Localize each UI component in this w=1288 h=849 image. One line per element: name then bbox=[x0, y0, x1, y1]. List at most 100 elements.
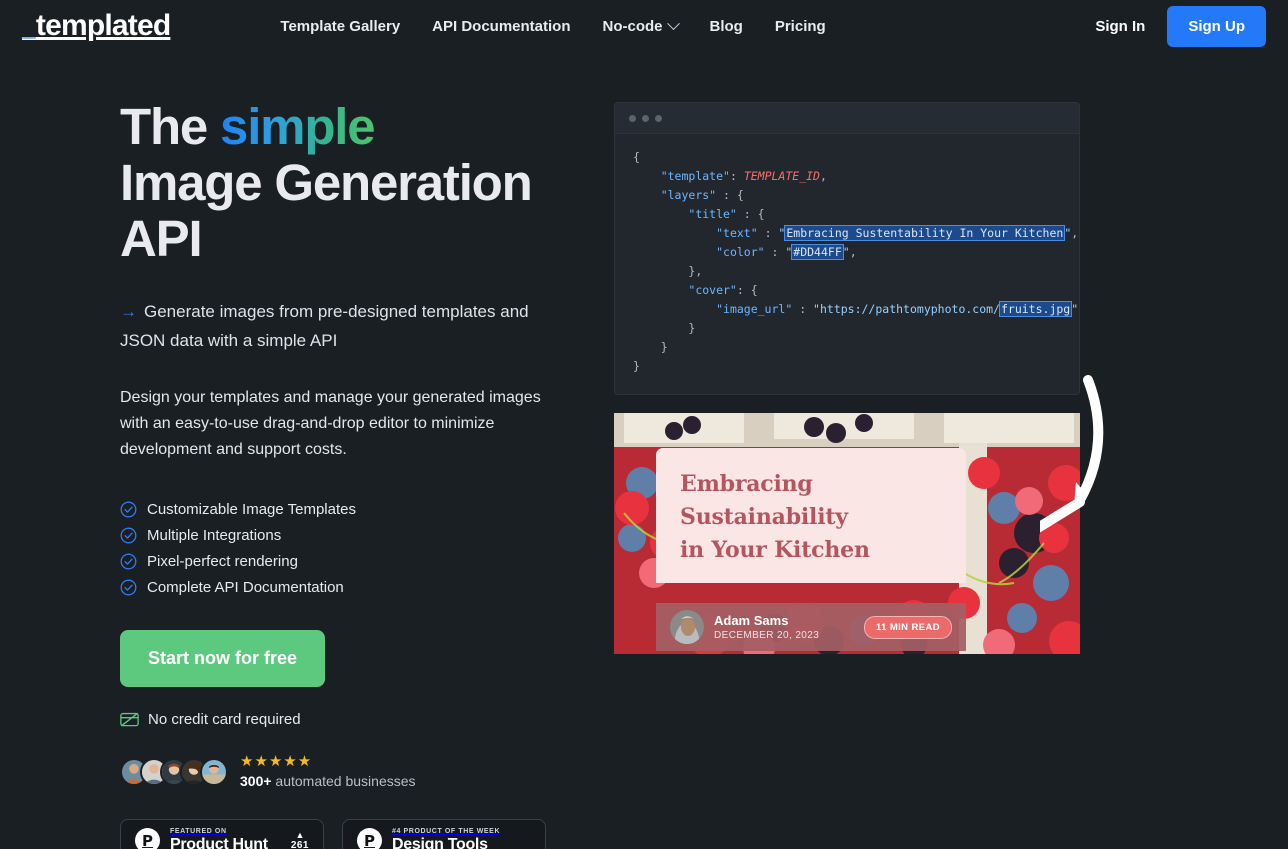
nav-label: API Documentation bbox=[432, 17, 571, 35]
code-token: , bbox=[849, 245, 857, 259]
code-token: : { bbox=[736, 283, 758, 297]
nav-item-pricing[interactable]: Pricing bbox=[775, 18, 826, 35]
code-line: } bbox=[633, 338, 1079, 357]
code-token: : bbox=[792, 302, 814, 316]
code-token: , bbox=[819, 169, 827, 183]
code-highlighted-value[interactable]: #DD44FF bbox=[791, 244, 844, 260]
product-hunt-design-tools-badge[interactable]: P #4 PRODUCT OF THE WEEK Design Tools bbox=[342, 819, 546, 849]
code-snippet-card: { "template": TEMPLATE_ID, "layers" : { … bbox=[614, 102, 1080, 395]
start-now-button[interactable]: Start now for free bbox=[120, 630, 326, 687]
badge-title: Design Tools bbox=[392, 835, 488, 849]
top-navigation-bar: _ templated Template Gallery API Document… bbox=[0, 0, 1288, 52]
feature-label: Customizable Image Templates bbox=[147, 501, 356, 518]
no-credit-card-label: No credit card required bbox=[148, 711, 301, 728]
code-token: "title" bbox=[688, 207, 737, 221]
caret-up-icon: ▲ bbox=[295, 829, 305, 840]
code-token: "https://pathtomyphoto.com/ bbox=[813, 302, 1000, 316]
badge-text-block: FEATURED ON Product Hunt bbox=[170, 828, 268, 849]
code-token: : { bbox=[736, 207, 765, 221]
code-line: } bbox=[633, 319, 1079, 338]
check-circle-icon bbox=[120, 579, 137, 596]
avatar-group bbox=[120, 757, 228, 786]
code-token: "text" bbox=[716, 226, 758, 240]
read-time-badge: 11 MIN READ bbox=[863, 615, 952, 639]
code-token: " bbox=[842, 245, 850, 259]
nav-label: No-code bbox=[602, 17, 663, 35]
no-credit-card-icon bbox=[120, 712, 139, 727]
code-line: "title" : { bbox=[633, 205, 1079, 224]
author-name: Adam Sams bbox=[714, 613, 789, 628]
code-line: "template": TEMPLATE_ID, bbox=[633, 167, 1079, 186]
upvote-count-block: ▲ 261 bbox=[291, 829, 309, 849]
hero-section: The simple Image Generation API → Generat… bbox=[0, 52, 1288, 849]
sign-up-button[interactable]: Sign Up bbox=[1167, 5, 1266, 47]
hero-lead: → Generate images from pre-designed templ… bbox=[120, 297, 570, 355]
nav-label: Blog bbox=[709, 17, 743, 35]
code-token: : bbox=[757, 226, 779, 240]
code-token: , bbox=[1071, 226, 1079, 240]
code-token: " bbox=[1071, 302, 1079, 316]
code-token: "layers" bbox=[660, 188, 717, 202]
brand-logo[interactable]: _ templated bbox=[22, 11, 171, 41]
result-title-overlay: Embracing Sustainability in Your Kitchen bbox=[656, 448, 966, 583]
social-proof: ★★★★★ 300+ automated businesses bbox=[120, 754, 590, 789]
badge-eyebrow: #4 PRODUCT OF THE WEEK bbox=[392, 827, 501, 835]
code-token: : { bbox=[716, 188, 744, 202]
window-dot-red-icon bbox=[629, 114, 636, 122]
code-token: { bbox=[633, 150, 640, 164]
code-highlighted-value[interactable]: fruits.jpg bbox=[998, 301, 1073, 317]
rating-block: ★★★★★ 300+ automated businesses bbox=[240, 754, 416, 790]
window-dot-green-icon bbox=[655, 114, 662, 122]
author-meta: Adam Sams DECEMBER 20, 2023 bbox=[714, 613, 819, 641]
no-credit-card-note: No credit card required bbox=[120, 711, 590, 728]
hero-paragraph: Design your templates and manage your ge… bbox=[120, 389, 541, 458]
badge-title: Product Hunt bbox=[170, 835, 268, 849]
page-title: The simple Image Generation API bbox=[120, 99, 590, 267]
code-token: "image_url" bbox=[716, 302, 793, 316]
check-circle-icon bbox=[120, 527, 137, 544]
code-token: TEMPLATE_ID bbox=[743, 169, 820, 183]
feature-label: Multiple Integrations bbox=[147, 527, 282, 544]
product-hunt-featured-badge[interactable]: P FEATURED ON Product Hunt ▲ 261 bbox=[120, 819, 324, 849]
code-body: { "template": TEMPLATE_ID, "layers" : { … bbox=[615, 134, 1079, 394]
code-line: "image_url" : "https://pathtomyphoto.com… bbox=[633, 300, 1079, 319]
code-line: }, bbox=[633, 262, 1079, 281]
hero-line1-accent: simple bbox=[220, 98, 376, 155]
arrow-right-icon: → bbox=[120, 302, 137, 321]
hero-right-column: { "template": TEMPLATE_ID, "layers" : { … bbox=[614, 102, 1080, 654]
code-highlighted-value[interactable]: Embracing Sustentability In Your Kitchen bbox=[784, 225, 1066, 241]
code-line: "text" : "Embracing Sustentability In Yo… bbox=[633, 224, 1079, 243]
avatar bbox=[200, 757, 228, 786]
code-line: } bbox=[633, 357, 1079, 376]
code-token: "template" bbox=[660, 169, 730, 183]
feature-item: Complete API Documentation bbox=[120, 579, 590, 596]
window-dot-yellow-icon bbox=[642, 114, 649, 122]
rating-caption: 300+ automated businesses bbox=[240, 773, 416, 789]
nav-item-api-documentation[interactable]: API Documentation bbox=[432, 18, 570, 35]
code-token: }, bbox=[688, 264, 703, 278]
publish-date: DECEMBER 20, 2023 bbox=[714, 630, 820, 641]
generated-image-result: Embracing Sustainability in Your Kitchen… bbox=[614, 413, 1080, 654]
badge-eyebrow: FEATURED ON bbox=[170, 827, 227, 835]
hero-line1-plain: The bbox=[120, 98, 221, 155]
nav-item-blog[interactable]: Blog bbox=[710, 18, 743, 35]
product-hunt-logo-icon: P bbox=[135, 828, 160, 849]
code-token: } bbox=[688, 321, 696, 335]
sign-in-link[interactable]: Sign In bbox=[1095, 18, 1145, 35]
rating-suffix: automated businesses bbox=[271, 773, 416, 789]
code-token: : bbox=[729, 169, 744, 183]
author-avatar bbox=[670, 610, 704, 644]
code-line: "layers" : { bbox=[633, 186, 1079, 205]
code-token: : bbox=[764, 245, 786, 259]
code-line: "cover": { bbox=[633, 281, 1079, 300]
feature-label: Complete API Documentation bbox=[147, 579, 344, 596]
badge-text-block: #4 PRODUCT OF THE WEEK Design Tools bbox=[392, 828, 500, 849]
nav-label: Pricing bbox=[774, 17, 826, 35]
nav-links: Template Gallery API Documentation No-co… bbox=[280, 16, 826, 35]
result-title-line: Embracing bbox=[680, 471, 813, 497]
hero-left-column: The simple Image Generation API → Generat… bbox=[120, 99, 590, 849]
nav-item-no-code[interactable]: No-code bbox=[602, 16, 680, 35]
feature-item: Multiple Integrations bbox=[120, 527, 590, 544]
code-window-titlebar bbox=[615, 103, 1079, 134]
nav-item-template-gallery[interactable]: Template Gallery bbox=[280, 18, 400, 35]
